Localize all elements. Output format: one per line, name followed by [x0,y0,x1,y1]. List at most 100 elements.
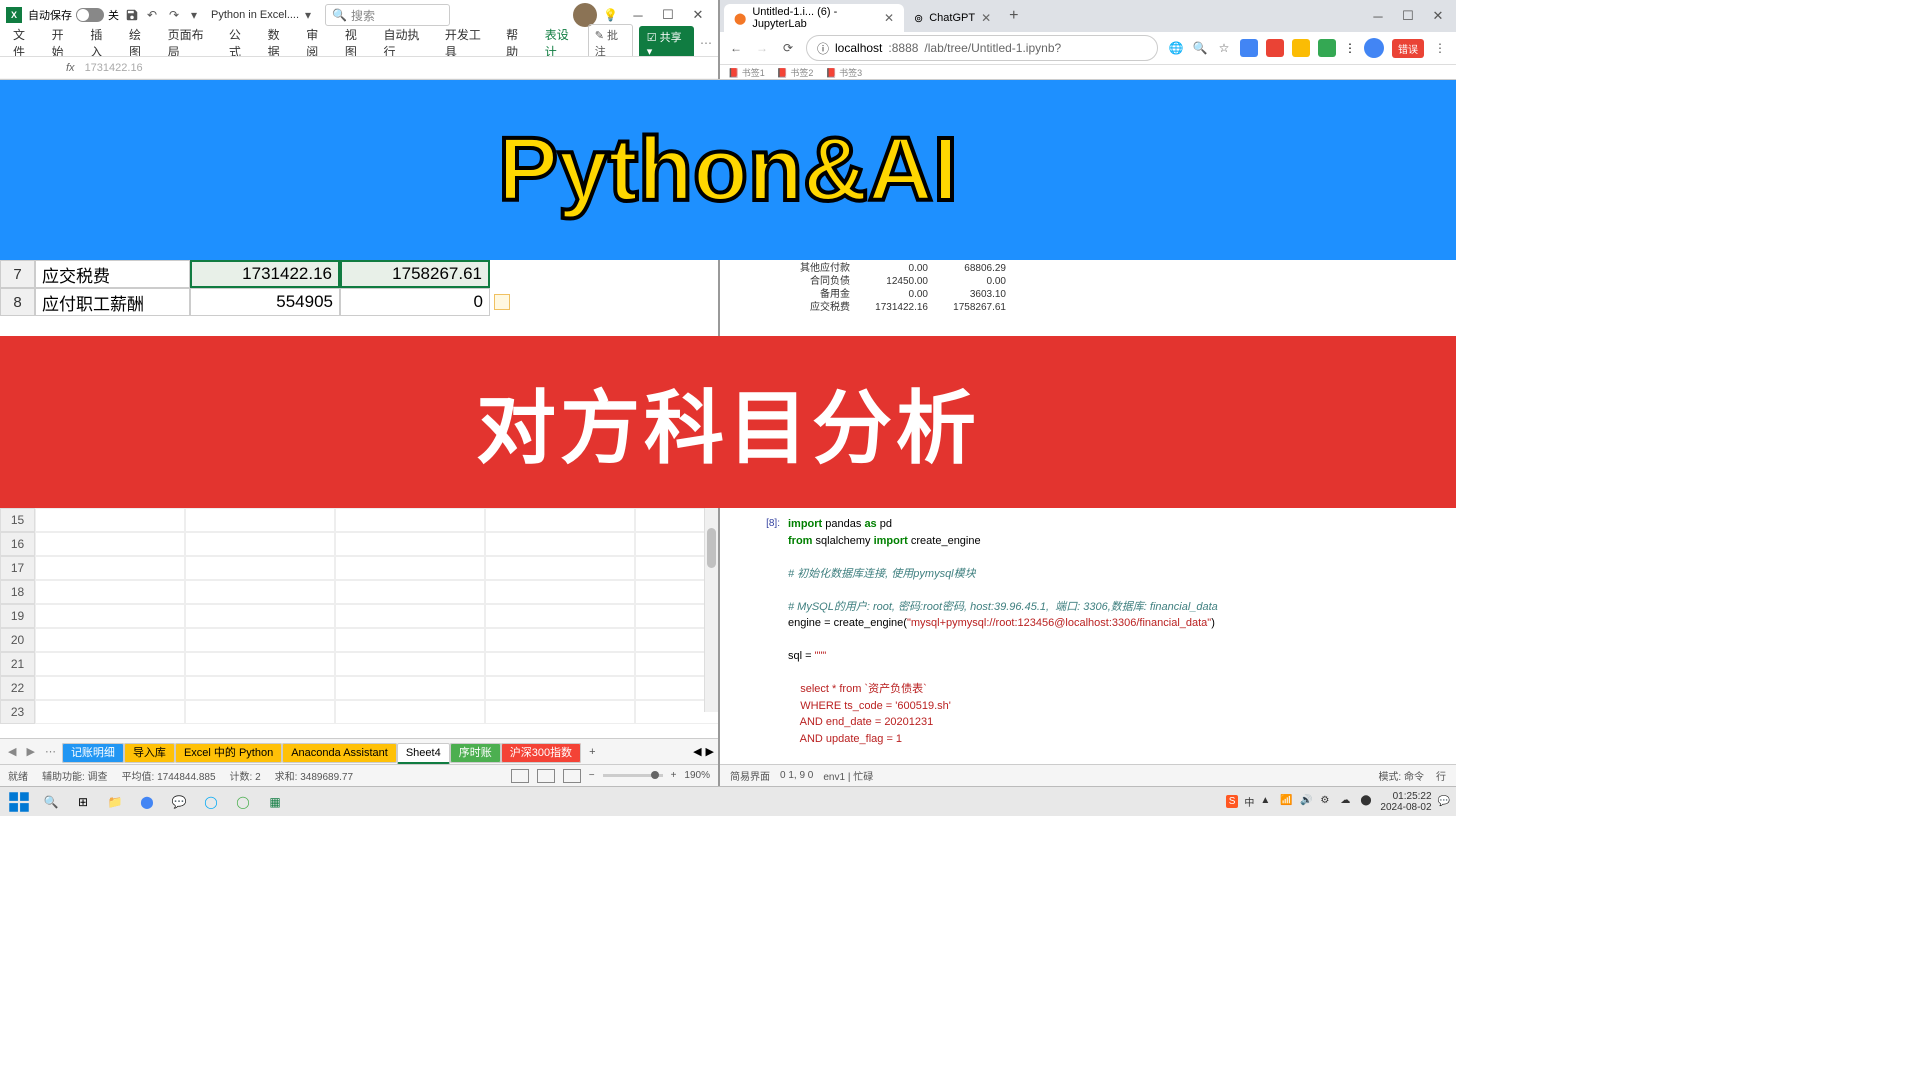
zoom-level[interactable]: 190% [684,770,710,781]
cell[interactable] [185,580,335,604]
cell[interactable] [485,532,635,556]
cell[interactable] [185,652,335,676]
row-header[interactable]: 21 [0,652,35,676]
sheet-scroll-left[interactable]: ◀ [693,745,701,758]
bookmark-item[interactable]: 📕 书签3 [825,66,862,79]
cell[interactable] [335,676,485,700]
ime-lang[interactable]: 中 [1244,794,1254,809]
extension-icon[interactable] [1240,39,1258,57]
extension-icon[interactable] [1318,39,1336,57]
formula-input[interactable]: 1731422.16 [85,62,143,74]
sheet-tab[interactable]: Excel 中的 Python [175,743,282,763]
sheet-tab[interactable]: 沪深300指数 [501,743,581,763]
app-icon[interactable]: ◯ [230,789,256,815]
cell[interactable] [35,676,185,700]
translate-icon[interactable]: 🌐 [1168,40,1184,56]
view-layout-icon[interactable] [537,769,555,783]
close-tab-icon[interactable]: ✕ [981,11,991,25]
extension-icon[interactable] [1266,39,1284,57]
chrome-icon[interactable]: ⬤ [134,789,160,815]
toggle-icon[interactable] [76,8,104,22]
cell[interactable] [35,628,185,652]
dropdown-icon[interactable]: ▾ [191,8,205,22]
app-icon[interactable]: ◯ [198,789,224,815]
tray-icon[interactable]: ▲ [1260,795,1274,809]
tray-icon[interactable]: ☁ [1340,795,1354,809]
cell[interactable] [185,628,335,652]
cell[interactable] [185,676,335,700]
cell-c7-selected[interactable]: 1758267.61 [340,260,490,288]
code-body[interactable]: import pandas as pd from sqlalchemy impo… [788,516,1436,764]
sheet-tab[interactable]: 序时账 [450,743,501,763]
sheet-tab[interactable]: Sheet4 [397,743,450,764]
view-break-icon[interactable] [563,769,581,783]
save-icon[interactable] [125,8,139,22]
cell[interactable] [185,700,335,724]
cell[interactable] [35,652,185,676]
cell[interactable] [335,556,485,580]
sheet-nav-more[interactable]: ⋯ [41,745,60,758]
code-cell[interactable]: [8]: import pandas as pd from sqlalchemy… [740,516,1436,764]
zoom-slider[interactable] [603,774,663,777]
clock[interactable]: 01:25:22 2024-08-02 [1380,791,1431,813]
back-button[interactable]: ← [728,40,744,56]
forward-button[interactable]: → [754,40,770,56]
cell[interactable] [185,532,335,556]
cell[interactable] [485,700,635,724]
row-header[interactable]: 19 [0,604,35,628]
cell-a8[interactable]: 应付职工薪酬 [35,288,190,316]
zoom-in[interactable]: + [671,770,677,781]
browser-maximize-button[interactable]: ☐ [1394,4,1422,28]
volume-icon[interactable]: 🔊 [1300,795,1314,809]
cell[interactable] [35,700,185,724]
cell[interactable] [335,628,485,652]
scrollbar-vertical[interactable] [704,508,718,712]
sheet-nav-prev[interactable]: ◀ [4,745,20,758]
lens-icon[interactable]: 🔍 [1192,40,1208,56]
cell[interactable] [35,580,185,604]
error-badge[interactable]: 错误 [1392,39,1424,58]
cell-b8[interactable]: 554905 [190,288,340,316]
cell[interactable] [335,652,485,676]
cell[interactable] [485,676,635,700]
cell[interactable] [485,580,635,604]
menu-icon[interactable]: ⋮ [1432,40,1448,56]
cell[interactable] [485,628,635,652]
profile-icon[interactable] [1364,38,1384,58]
fx-icon[interactable]: fx [66,62,75,74]
row-header[interactable]: 16 [0,532,35,556]
cell[interactable] [185,508,335,532]
cell[interactable] [35,508,185,532]
cell[interactable] [185,556,335,580]
ime-icon[interactable]: S [1226,795,1239,808]
browser-close-button[interactable]: ✕ [1424,4,1452,28]
extensions-menu-icon[interactable]: ⋮ [1344,41,1356,55]
browser-minimize-button[interactable]: ─ [1364,4,1392,28]
task-view-icon[interactable]: ⊞ [70,789,96,815]
autosave-toggle[interactable]: 自动保存 关 [28,7,119,23]
cell[interactable] [335,580,485,604]
cell[interactable] [35,604,185,628]
bookmark-icon[interactable]: ☆ [1216,40,1232,56]
cell[interactable] [335,604,485,628]
sheet-scroll-right[interactable]: ▶ [706,745,714,758]
cell[interactable] [485,652,635,676]
collapse-ribbon-icon[interactable]: ⋯ [700,36,712,50]
explorer-icon[interactable]: 📁 [102,789,128,815]
zoom-out[interactable]: − [589,770,595,781]
cell[interactable] [35,556,185,580]
sheet-tab[interactable]: 导入库 [124,743,175,763]
cell[interactable] [185,604,335,628]
row-header[interactable]: 8 [0,288,35,316]
cell[interactable] [485,604,635,628]
notifications-icon[interactable]: 💬 [1438,796,1450,807]
cell-c8[interactable]: 0 [340,288,490,316]
reload-button[interactable]: ⟳ [780,40,796,56]
jp-mode-simple[interactable]: 简易界面 [730,768,770,783]
cell[interactable] [335,508,485,532]
network-icon[interactable]: 📶 [1280,795,1294,809]
sheet-nav-next[interactable]: ▶ [22,745,38,758]
row-header[interactable]: 23 [0,700,35,724]
tray-icon[interactable]: ⚙ [1320,795,1334,809]
cell-a7[interactable]: 应交税费 [35,260,190,288]
